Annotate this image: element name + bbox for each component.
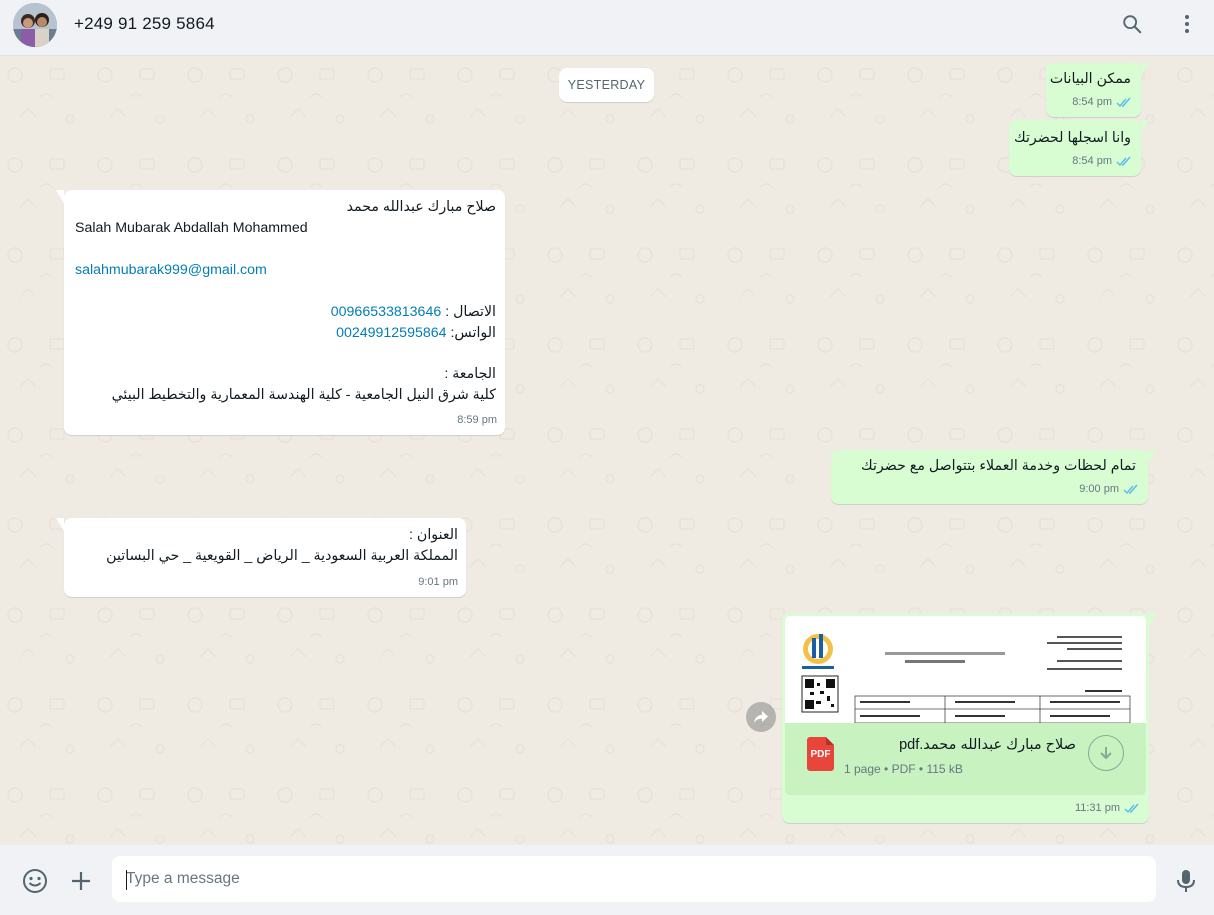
compose-bar — [0, 845, 1214, 915]
contact-line: الاتصال : 00966533813646 — [331, 302, 496, 323]
download-icon — [1100, 747, 1112, 760]
message-meta: 8:59 pm — [457, 410, 497, 431]
document-info[interactable]: PDF صلاح مبارك عبدالله محمد.pdf 1 page •… — [785, 723, 1146, 795]
forward-icon — [754, 711, 768, 723]
contact-avatar[interactable] — [13, 3, 57, 47]
message-input[interactable] — [112, 856, 1156, 902]
outgoing-message[interactable]: تمام لحظات وخدمة العملاء بتتواصل مع حضرت… — [831, 450, 1156, 504]
message-time: 8:54 pm — [1072, 155, 1112, 168]
date-divider: YESTERDAY — [559, 68, 654, 102]
read-ticks-icon — [1123, 484, 1138, 495]
message-meta: 8:54 pm — [1072, 151, 1133, 172]
message-text: وانا اسجلها لحضرتك — [1013, 130, 1131, 146]
outgoing-message[interactable]: ممكن البيانات 8:54 pm — [1046, 63, 1149, 117]
document-preview[interactable] — [785, 616, 1146, 723]
incoming-message[interactable]: صلاح مبارك عبدالله محمد Salah Mubarak Ab… — [56, 190, 505, 435]
email-link[interactable]: salahmubarak999@gmail.com — [75, 260, 267, 281]
read-ticks-icon — [1116, 97, 1131, 108]
menu-dots-icon[interactable] — [1175, 12, 1199, 36]
contact-name[interactable]: +249 91 259 5864 — [74, 14, 215, 34]
university-text: كلية شرق النيل الجامعية - كلية الهندسة ا… — [111, 387, 496, 403]
pdf-file-icon: PDF — [807, 737, 834, 771]
emoji-icon[interactable] — [21, 867, 49, 895]
message-time: 9:01 pm — [418, 576, 458, 589]
message-name-ar: صلاح مبارك عبدالله محمد — [346, 199, 496, 215]
university-label: الجامعة : — [444, 366, 496, 382]
address-text: المملكة العربية السعودية _ الرياض _ القو… — [106, 548, 458, 564]
outgoing-message[interactable]: وانا اسجلها لحضرتك 8:54 pm — [1009, 120, 1149, 176]
read-ticks-icon — [1116, 156, 1131, 167]
attach-plus-icon[interactable] — [67, 867, 95, 895]
chat-header: +249 91 259 5864 — [0, 0, 1214, 56]
document-message[interactable]: PDF صلاح مبارك عبدالله محمد.pdf 1 page •… — [782, 613, 1157, 823]
message-meta: 9:01 pm — [418, 572, 458, 593]
message-name-en: Salah Mubarak Abdallah Mohammed — [75, 220, 308, 236]
document-name: صلاح مبارك عبدالله محمد.pdf — [899, 737, 1076, 753]
phone-link[interactable]: 00966533813646 — [331, 304, 441, 320]
message-text: ممكن البيانات — [1049, 71, 1131, 87]
message-time: 8:59 pm — [457, 414, 497, 427]
message-text: تمام لحظات وخدمة العملاء بتتواصل مع حضرت… — [861, 458, 1136, 474]
message-time: 9:00 pm — [1079, 483, 1119, 496]
text-caret — [126, 870, 127, 890]
message-list[interactable]: YESTERDAY ممكن البيانات 8:54 pm وانا اسج… — [0, 57, 1214, 845]
document-thumbnail — [785, 616, 1146, 723]
microphone-icon[interactable] — [1172, 867, 1200, 895]
message-meta: 9:00 pm — [1079, 479, 1140, 500]
message-meta: 8:54 pm — [1072, 92, 1133, 113]
document-meta: 1 page • PDF • 115 kB — [844, 762, 963, 776]
contact-label: الاتصال : — [445, 304, 496, 320]
address-label: العنوان : — [409, 527, 458, 543]
read-ticks-icon — [1124, 803, 1139, 814]
message-time: 8:54 pm — [1072, 96, 1112, 109]
forward-button[interactable] — [746, 702, 776, 732]
incoming-message[interactable]: العنوان : المملكة العربية السعودية _ الر… — [56, 518, 466, 597]
whatsapp-link[interactable]: 00249912595864 — [336, 325, 446, 341]
whatsapp-line: الواتس: 00249912595864 — [336, 323, 496, 344]
search-icon[interactable] — [1120, 12, 1144, 36]
message-time: 11:31 pm — [1074, 802, 1120, 815]
download-button[interactable] — [1088, 735, 1124, 771]
message-meta: 11:31 pm — [1075, 798, 1141, 819]
whatsapp-label: الواتس: — [450, 325, 496, 341]
